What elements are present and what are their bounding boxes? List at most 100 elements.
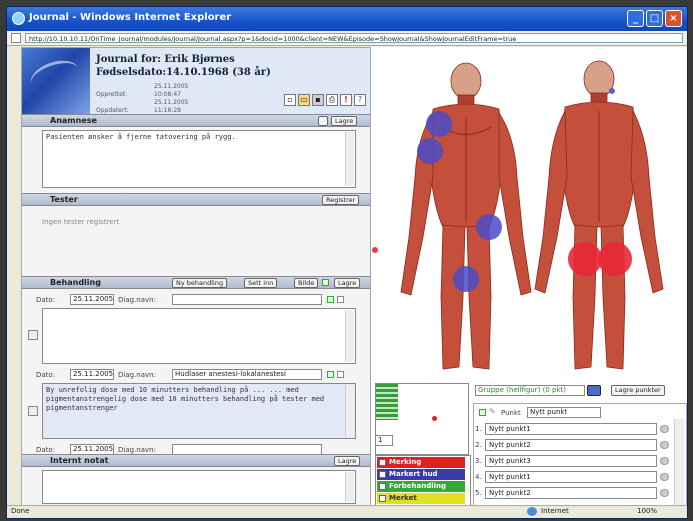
open-folder-icon[interactable]: ▭ [298,94,310,106]
legend-checkbox[interactable] [379,483,386,490]
maximize-button[interactable]: □ [646,10,663,27]
register-button[interactable]: Registrer [322,195,360,205]
check-icon[interactable] [322,279,329,286]
image-button[interactable]: Bilde [294,278,319,288]
internal-note-textarea[interactable] [42,470,356,504]
scrollbar[interactable] [345,132,354,186]
marker-buttock-left[interactable] [568,242,602,276]
point-number: 3. [475,457,482,465]
scrollbar[interactable] [345,310,354,362]
marker-head-back[interactable] [609,88,615,94]
delete-point-icon[interactable] [660,441,669,449]
point-number: 1. [475,425,482,433]
delete-point-icon[interactable] [660,489,669,497]
diag-label: Diag.navn: [118,446,156,454]
date-field[interactable]: 25.11.2005 [70,369,114,380]
point-item[interactable]: Nytt punkt2 [485,487,657,499]
legend-checkbox[interactable] [379,459,386,466]
legend-item[interactable]: Merking [377,457,465,468]
browser-window: Journal - Windows Internet Explorer _ □ … [6,6,688,519]
drag-handle-icon[interactable] [28,406,38,416]
points-scrollbar[interactable] [674,419,684,505]
marker-hip[interactable] [476,214,502,240]
marker-shoulder[interactable] [426,111,452,137]
marker-buttock-right[interactable] [598,242,632,276]
anamnese-textarea[interactable]: Pasienten ønsker å fjerne tatovering på … [42,130,356,188]
delete-point-icon[interactable] [660,473,669,481]
anamnese-save-button[interactable]: Lagre [331,116,358,126]
dropdown-arrow-icon[interactable] [587,385,601,396]
delete-point-icon[interactable] [660,457,669,465]
tester-title: Tester [50,195,78,204]
point-item[interactable]: Nytt punkt2 [485,439,657,451]
treatment-textarea-2[interactable]: By unrefolig dose med 10 minutters behan… [42,383,356,439]
legend-item[interactable]: Forbehandling [377,481,465,492]
page-icon [11,33,21,43]
legend-label: Merket [389,494,417,502]
legend-item[interactable]: Merket [377,493,465,504]
delete-icon[interactable] [337,371,344,378]
created-value: 25.11.2005 10:08:47 [154,83,189,98]
front-body [400,62,532,370]
delete-icon[interactable] [337,296,344,303]
save-points-button[interactable]: Lagre punkter [611,385,665,396]
new-treatment-button[interactable]: Ny behandling [172,278,228,288]
behandling-title: Behandling [50,278,101,287]
alert-icon[interactable]: ! [340,94,352,106]
created-label: Opprettet: [96,91,128,98]
pen-icon[interactable]: ✎ [489,407,496,416]
check-icon[interactable] [327,371,334,378]
legend-label: Merking [389,458,422,466]
legend-label: Forbehandling [389,482,447,490]
zoom-text[interactable]: 100% [637,507,657,515]
globe-icon [527,507,537,516]
close-button[interactable]: × [665,10,682,27]
internal-note-header: Internt notat Lagre [22,454,370,467]
point-name-input[interactable]: Nytt punkt [527,407,601,418]
treatment-textarea-1[interactable] [42,308,356,364]
scrollbar[interactable] [345,385,354,437]
marker-edge[interactable] [372,247,378,253]
patient-dob: Fødselsdato:14.10.1968 (38 år) [96,67,271,78]
treatment-text-2: By unrefolig dose med 10 minutters behan… [46,386,325,412]
behandling-save-button[interactable]: Lagre [334,278,361,288]
point-item[interactable]: Nytt punkt1 [485,423,657,435]
journal-panel: Journal for: Erik Bjørnes Fødselsdato:14… [21,47,371,507]
point-item[interactable]: Nytt punkt1 [485,471,657,483]
status-bar: Done Internet 100% [7,505,687,518]
check-icon[interactable] [327,296,334,303]
legend-checkbox[interactable] [379,495,386,502]
tester-empty-text: Ingen tester registrert [42,218,120,226]
point-item[interactable]: Nytt punkt3 [485,455,657,467]
delete-point-icon[interactable] [660,425,669,433]
marker-chest[interactable] [417,138,443,164]
new-document-icon[interactable]: ▫ [284,94,296,106]
collapse-icon[interactable] [318,116,328,126]
updated-value: 25.11.2005 11:18:28 [154,99,189,114]
check-icon[interactable] [479,409,486,416]
legend-item[interactable]: Markert hud [377,469,465,480]
legend-label: Markert hud [389,470,438,478]
address-input[interactable]: http://10.10.10.11/OnTime_Journal/module… [25,33,683,43]
status-text: Done [11,507,30,515]
help-icon[interactable]: ? [354,94,366,106]
internal-note-save-button[interactable]: Lagre [334,456,361,466]
mini-map-thumb [376,384,398,420]
insert-button[interactable]: Sett inn [244,278,278,288]
group-select[interactable]: Gruppe (hellfigur) (0 pkt) [475,385,585,396]
print-icon[interactable]: ⎙ [326,94,338,106]
minimize-button[interactable]: _ [627,10,644,27]
save-icon[interactable]: ▪ [312,94,324,106]
drag-handle-icon[interactable] [28,330,38,340]
mini-map-input[interactable]: 1 [375,435,393,446]
marker-knee[interactable] [453,266,479,292]
diag-field[interactable]: Hudlaser anestesi-lokalanestesi [172,369,322,380]
point-number: 4. [475,473,482,481]
date-field[interactable]: 25.11.2005 [70,294,114,305]
legend-checkbox[interactable] [379,471,386,478]
scrollbar[interactable] [345,472,354,502]
journal-meta: Opprettet:25.11.2005 10:08:47 Oppdatert:… [96,83,212,115]
diag-field[interactable] [172,294,322,305]
body-map-figure[interactable] [371,47,687,382]
date-label: Dato: [36,296,56,304]
